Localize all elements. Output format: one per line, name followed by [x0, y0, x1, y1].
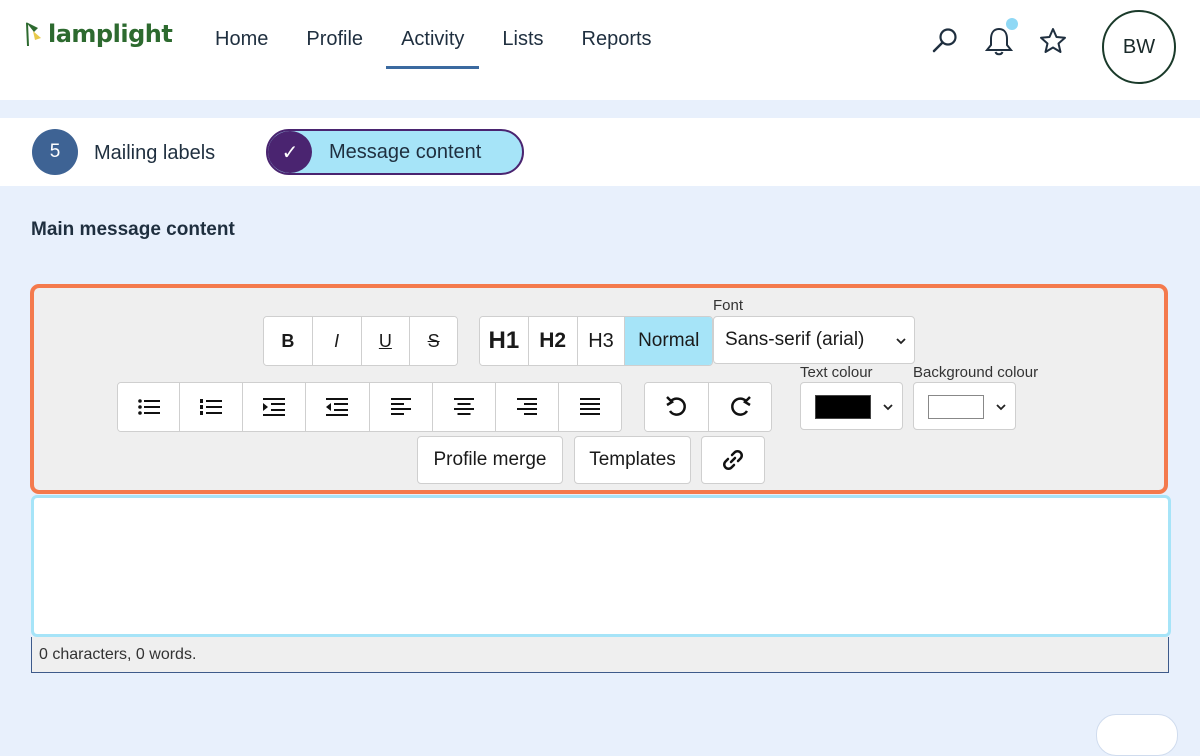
undo-button[interactable] [645, 383, 709, 431]
justify-button[interactable] [558, 383, 621, 431]
bulleted-list-icon [137, 399, 160, 415]
top-navigation-bar: lamplight Home Profile Activity Lists Re… [0, 0, 1200, 100]
wizard-steps: 5 Mailing labels ✓ Message content [0, 118, 1200, 186]
nav-profile[interactable]: Profile [291, 22, 378, 57]
link-icon [723, 450, 743, 470]
redo-button[interactable] [709, 383, 771, 431]
favourites-button[interactable] [1036, 24, 1070, 58]
top-band [0, 100, 1200, 118]
heading-group: H1 H2 H3 Normal [479, 316, 713, 366]
corner-button[interactable] [1096, 714, 1178, 756]
nav-reports[interactable]: Reports [567, 22, 667, 57]
step-number-badge[interactable]: 5 [32, 129, 78, 175]
h3-button[interactable]: H3 [577, 317, 626, 365]
lamp-icon [26, 22, 41, 47]
star-icon [1040, 28, 1066, 53]
text-colour-select[interactable] [800, 382, 903, 430]
notification-dot [1006, 18, 1018, 30]
redo-icon [731, 396, 751, 416]
editor-toolbar: B I U S H1 H2 H3 Normal Font Sans-serif … [30, 284, 1168, 494]
font-select[interactable]: Sans-serif (arial) [713, 316, 915, 364]
notifications-button[interactable] [982, 18, 1018, 58]
step-message-content[interactable]: ✓ Message content [266, 129, 524, 175]
underline-button[interactable]: U [361, 317, 411, 365]
h1-button[interactable]: H1 [480, 317, 529, 365]
background-colour-swatch [928, 395, 984, 419]
lamplight-logo[interactable]: lamplight [24, 20, 173, 48]
word-count-status: 0 characters, 0 words. [31, 637, 1169, 673]
align-center-icon [453, 398, 474, 415]
normal-button[interactable]: Normal [625, 317, 712, 365]
background-colour-select[interactable] [913, 382, 1016, 430]
text-colour-swatch [815, 395, 871, 419]
insert-link-button[interactable] [701, 436, 765, 484]
numbered-list-icon [200, 399, 223, 415]
bulleted-list-button[interactable] [118, 383, 181, 431]
align-right-button[interactable] [495, 383, 559, 431]
undo-icon [665, 396, 686, 416]
chevron-down-icon [896, 338, 906, 345]
chevron-down-icon [883, 404, 893, 411]
main-nav: Home Profile Activity Lists Reports [200, 22, 675, 69]
search-button[interactable] [928, 24, 962, 58]
section-title: Main message content [31, 219, 235, 240]
justify-icon [579, 398, 600, 415]
text-format-group: B I U S [263, 316, 458, 366]
list-align-group [117, 382, 622, 432]
text-colour-label: Text colour [800, 364, 873, 381]
italic-button[interactable]: I [312, 317, 362, 365]
h2-button[interactable]: H2 [528, 317, 578, 365]
nav-lists[interactable]: Lists [487, 22, 558, 57]
align-right-icon [516, 398, 537, 415]
numbered-list-button[interactable] [180, 383, 244, 431]
templates-button[interactable]: Templates [574, 436, 691, 484]
check-icon: ✓ [268, 131, 312, 173]
outdent-icon [326, 398, 349, 416]
align-left-button[interactable] [369, 383, 433, 431]
bold-button[interactable]: B [264, 317, 313, 365]
logo-text: lamplight [48, 20, 173, 48]
align-center-button[interactable] [432, 383, 496, 431]
search-icon [932, 28, 957, 53]
background-colour-label: Background colour [913, 364, 1039, 381]
strikethrough-button[interactable]: S [410, 317, 457, 365]
undo-redo-group [644, 382, 772, 432]
nav-home[interactable]: Home [200, 22, 283, 57]
step-message-content-label: Message content [329, 141, 482, 163]
font-label: Font [713, 297, 744, 314]
indent-button[interactable] [243, 383, 307, 431]
profile-merge-button[interactable]: Profile merge [417, 436, 563, 484]
font-value: Sans-serif (arial) [725, 329, 865, 350]
indent-icon [263, 398, 286, 416]
message-editor[interactable] [31, 495, 1171, 637]
align-left-icon [390, 398, 411, 415]
user-avatar[interactable]: BW [1102, 10, 1176, 84]
nav-activity[interactable]: Activity [386, 22, 480, 69]
chevron-down-icon [996, 404, 1006, 411]
header-actions [908, 18, 1070, 58]
outdent-button[interactable] [306, 383, 370, 431]
step-mailing-labels[interactable]: Mailing labels [94, 142, 215, 165]
